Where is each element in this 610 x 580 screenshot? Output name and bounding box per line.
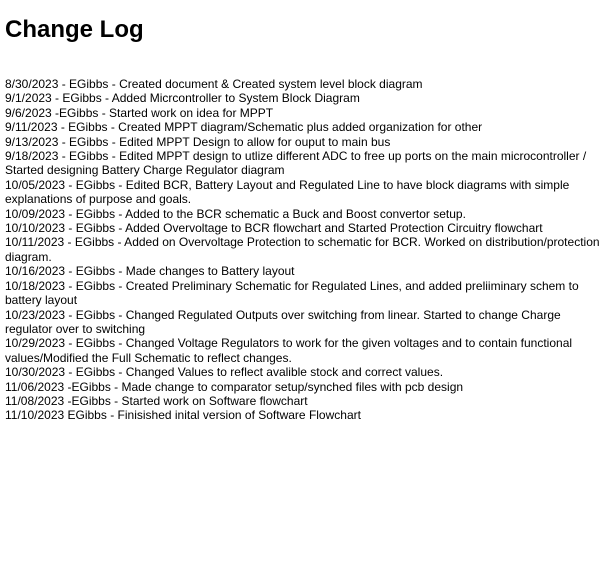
log-entry: 10/05/2023 - EGibbs - Edited BCR, Batter… bbox=[5, 177, 570, 207]
log-entry: 9/13/2023 - EGibbs - Edited MPPT Design … bbox=[5, 134, 391, 149]
log-entry: 10/10/2023 - EGibbs - Added Overvoltage … bbox=[5, 221, 543, 236]
log-entry: 10/18/2023 - EGibbs - Created Preliminar… bbox=[5, 278, 579, 308]
log-entry: 10/11/2023 - EGibbs - Added on Overvolta… bbox=[5, 235, 600, 264]
log-entry: 11/10/2023 EGibbs - Finisished inital ve… bbox=[5, 408, 361, 423]
change-log-page: Change Log 8/30/2023 - EGibbs - Created … bbox=[0, 0, 610, 423]
log-entry: 10/30/2023 - EGibbs - Changed Values to … bbox=[5, 365, 444, 380]
change-log-list: 8/30/2023 - EGibbs - Created document & … bbox=[5, 77, 609, 423]
log-entry: 9/6/2023 -EGibbs - Started work on idea … bbox=[5, 105, 274, 120]
page-title: Change Log bbox=[5, 16, 144, 43]
log-entry: 9/1/2023 - EGibbs - Added Micrcontroller… bbox=[5, 91, 360, 106]
log-entry: 11/06/2023 -EGibbs - Made change to comp… bbox=[5, 379, 464, 394]
log-entry: 9/18/2023 - EGibbs - Edited MPPT design … bbox=[5, 149, 587, 178]
log-entry: 11/08/2023 -EGibbs - Started work on Sof… bbox=[5, 393, 308, 408]
log-entry: 10/09/2023 - EGibbs - Added to the BCR s… bbox=[5, 206, 466, 221]
log-entry: 10/16/2023 - EGibbs - Made changes to Ba… bbox=[5, 264, 295, 279]
log-entry: 10/29/2023 - EGibbs - Changed Voltage Re… bbox=[5, 336, 573, 365]
log-entry: 9/11/2023 - EGibbs - Created MPPT diagra… bbox=[5, 120, 483, 135]
log-entry: 8/30/2023 - EGibbs - Created document & … bbox=[5, 77, 423, 91]
log-entry: 10/23/2023 - EGibbs - Changed Regulated … bbox=[5, 307, 561, 336]
